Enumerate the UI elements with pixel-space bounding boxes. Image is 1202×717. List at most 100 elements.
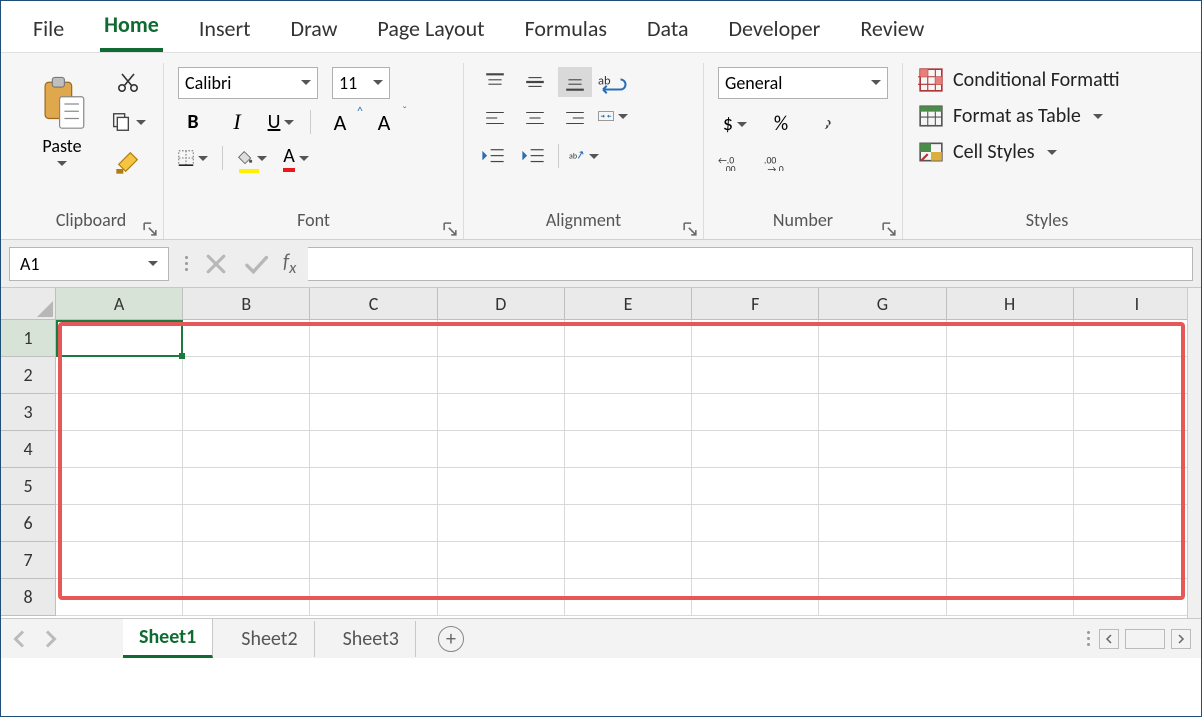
align-top-button[interactable]	[478, 67, 512, 97]
decrease-indent-button[interactable]	[478, 143, 508, 169]
merge-center-button[interactable]	[598, 103, 628, 129]
increase-indent-button[interactable]	[518, 143, 548, 169]
tab-draw[interactable]: Draw	[287, 11, 342, 52]
cell[interactable]	[56, 394, 183, 431]
dialog-launcher-icon[interactable]	[683, 219, 697, 233]
cell[interactable]	[310, 505, 437, 542]
conditional-formatting-button[interactable]: Conditional Formatti	[917, 67, 1177, 93]
cell[interactable]	[183, 579, 310, 616]
cell[interactable]	[183, 505, 310, 542]
cell[interactable]	[692, 579, 819, 616]
tab-file[interactable]: File	[29, 11, 68, 52]
cell[interactable]	[1074, 431, 1201, 468]
cell[interactable]	[565, 468, 692, 505]
row-header-4[interactable]: 4	[1, 431, 56, 468]
copy-button[interactable]	[107, 107, 149, 137]
cell[interactable]	[56, 505, 183, 542]
hscroll-right-button[interactable]	[1171, 629, 1191, 649]
dialog-launcher-icon[interactable]	[143, 219, 157, 233]
drag-handle-icon[interactable]	[181, 256, 191, 271]
cell[interactable]	[819, 579, 946, 616]
enter-formula-button[interactable]	[243, 251, 269, 277]
column-header-F[interactable]: F	[692, 288, 819, 319]
column-header-C[interactable]: C	[310, 288, 437, 319]
column-header-G[interactable]: G	[819, 288, 946, 319]
format-as-table-button[interactable]: Format as Table	[917, 103, 1177, 129]
align-center-button[interactable]	[518, 103, 552, 133]
vertical-scrollbar[interactable]	[1187, 288, 1201, 618]
cell[interactable]	[692, 468, 819, 505]
drag-handle-icon[interactable]	[1083, 631, 1093, 646]
cell[interactable]	[565, 357, 692, 394]
cell[interactable]	[1074, 579, 1201, 616]
percent-format-button[interactable]: %	[764, 109, 798, 139]
font-color-button[interactable]: A	[281, 145, 311, 171]
cell[interactable]	[1074, 505, 1201, 542]
font-size-select[interactable]: 11	[332, 67, 390, 99]
add-sheet-button[interactable]: +	[438, 626, 464, 652]
comma-format-button[interactable]	[810, 109, 844, 139]
cell[interactable]	[438, 320, 565, 357]
cell[interactable]	[1074, 320, 1201, 357]
wrap-text-button[interactable]: ab	[598, 71, 628, 97]
cell[interactable]	[438, 505, 565, 542]
cell[interactable]	[310, 542, 437, 579]
row-header-8[interactable]: 8	[1, 579, 56, 616]
row-header-5[interactable]: 5	[1, 468, 56, 505]
align-left-button[interactable]	[478, 103, 512, 133]
row-header-1[interactable]: 1	[1, 320, 56, 357]
cell[interactable]	[565, 505, 692, 542]
column-header-I[interactable]: I	[1074, 288, 1201, 319]
cell[interactable]	[56, 357, 183, 394]
align-right-button[interactable]	[558, 103, 592, 133]
hscroll-left-button[interactable]	[1099, 629, 1119, 649]
tab-insert[interactable]: Insert	[195, 11, 255, 52]
cell-styles-button[interactable]: Cell Styles	[917, 139, 1177, 165]
row-header-3[interactable]: 3	[1, 394, 56, 431]
cell[interactable]	[56, 468, 183, 505]
cell[interactable]	[310, 468, 437, 505]
cell[interactable]	[565, 579, 692, 616]
align-bottom-button[interactable]	[558, 67, 592, 97]
cell[interactable]	[565, 320, 692, 357]
cell[interactable]	[1074, 468, 1201, 505]
cell[interactable]	[819, 431, 946, 468]
name-box[interactable]: A1	[9, 247, 169, 281]
cell[interactable]	[310, 394, 437, 431]
cell[interactable]	[56, 579, 183, 616]
dialog-launcher-icon[interactable]	[882, 219, 896, 233]
cell[interactable]	[310, 431, 437, 468]
cell[interactable]	[1074, 542, 1201, 579]
cell[interactable]	[183, 394, 310, 431]
cell[interactable]	[438, 579, 565, 616]
cell[interactable]	[565, 542, 692, 579]
align-middle-button[interactable]	[518, 67, 552, 97]
row-header-7[interactable]: 7	[1, 542, 56, 579]
tab-review[interactable]: Review	[856, 11, 928, 52]
number-format-select[interactable]: General	[718, 67, 888, 99]
cell[interactable]	[692, 505, 819, 542]
increase-font-button[interactable]: A	[325, 109, 355, 135]
cell[interactable]	[819, 505, 946, 542]
sheet-nav-prev[interactable]	[11, 630, 29, 648]
decrease-font-button[interactable]: A	[369, 109, 399, 135]
cell[interactable]	[438, 357, 565, 394]
cell[interactable]	[692, 431, 819, 468]
column-header-E[interactable]: E	[565, 288, 692, 319]
cell[interactable]	[947, 542, 1074, 579]
cell[interactable]	[56, 542, 183, 579]
sheet-tab-2[interactable]: Sheet2	[225, 621, 314, 657]
underline-button[interactable]: U	[266, 109, 296, 135]
cell[interactable]	[692, 394, 819, 431]
tab-formulas[interactable]: Formulas	[521, 11, 611, 52]
cell[interactable]	[692, 320, 819, 357]
cell[interactable]	[819, 357, 946, 394]
tab-home[interactable]: Home	[100, 7, 163, 52]
tab-developer[interactable]: Developer	[724, 11, 824, 52]
cell[interactable]	[819, 320, 946, 357]
decrease-decimal-button[interactable]: .00→.0	[764, 149, 794, 175]
cell[interactable]	[310, 357, 437, 394]
accounting-format-button[interactable]: $	[718, 109, 752, 139]
cell[interactable]	[438, 394, 565, 431]
cell[interactable]	[565, 431, 692, 468]
